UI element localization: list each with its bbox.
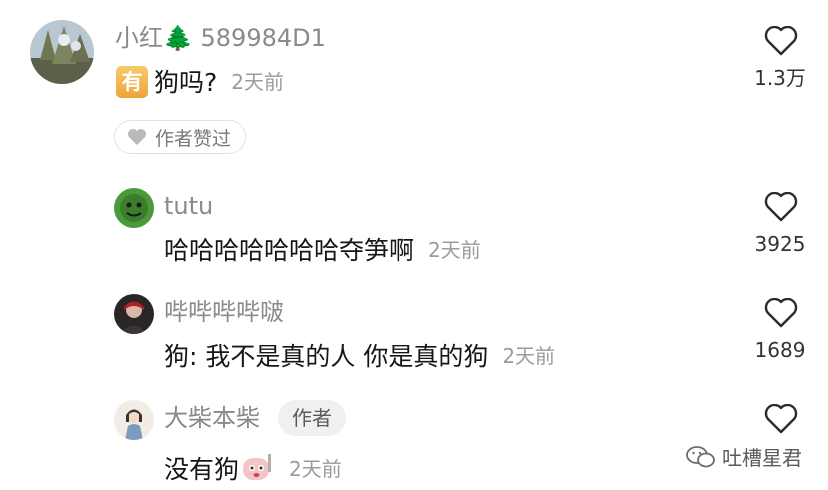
author-liked-chip: 作者赞过	[114, 120, 247, 154]
avatar-tutu[interactable]	[114, 188, 154, 228]
watermark-label: 吐槽星君	[722, 446, 802, 470]
comment-time: 2天前	[231, 70, 285, 94]
comment-time: 2天前	[502, 344, 556, 368]
comment-text: 狗吗? 2天前	[154, 66, 284, 99]
watermark: 吐槽星君	[686, 442, 802, 471]
comment-body: 狗吗?	[154, 68, 218, 97]
username[interactable]: tutu	[164, 192, 213, 220]
avatar-dachai[interactable]	[114, 400, 154, 440]
author-liked-label: 作者赞过	[155, 127, 232, 150]
username[interactable]: 哔哔哔哔啵	[164, 298, 284, 326]
avatar-bibi[interactable]	[114, 294, 154, 334]
comment-text: 狗: 我不是真的人 你是真的狗 2天前	[164, 340, 555, 373]
comment-body: 哈哈哈哈哈哈哈夺笋啊	[164, 236, 415, 265]
sticker-emoji-icon	[241, 452, 275, 482]
like-count: 1.3万	[754, 66, 806, 90]
username[interactable]: 大柴本柴	[164, 404, 260, 432]
avatar-xiaohong[interactable]	[30, 20, 94, 84]
like-count: 3925	[754, 232, 806, 256]
girl-illustration-avatar-icon	[114, 400, 154, 440]
like-count: 1689	[754, 338, 806, 362]
wechat-icon	[686, 445, 715, 467]
like-heart-icon[interactable]	[764, 298, 798, 328]
comment-text: 没有狗 2天前	[164, 452, 342, 486]
comment-time: 2天前	[428, 238, 481, 262]
username[interactable]: 小红🌲 589984D1	[115, 24, 326, 52]
like-heart-icon[interactable]	[764, 192, 798, 222]
dark-portrait-avatar-icon	[114, 294, 154, 334]
green-character-avatar-icon	[114, 188, 154, 228]
comment-time: 2天前	[289, 457, 342, 481]
comment-body: 没有狗	[164, 455, 240, 484]
like-heart-icon[interactable]	[764, 26, 798, 56]
comment-text: 哈哈哈哈哈哈哈夺笋啊 2天前	[164, 234, 481, 267]
comment-body: 狗: 我不是真的人 你是真的狗	[164, 342, 489, 371]
tree-photo-avatar-icon	[30, 20, 94, 84]
author-tag: 作者	[278, 400, 346, 436]
heart-filled-icon	[128, 129, 146, 145]
you-badge: 有	[116, 66, 148, 98]
like-heart-icon[interactable]	[764, 404, 798, 434]
